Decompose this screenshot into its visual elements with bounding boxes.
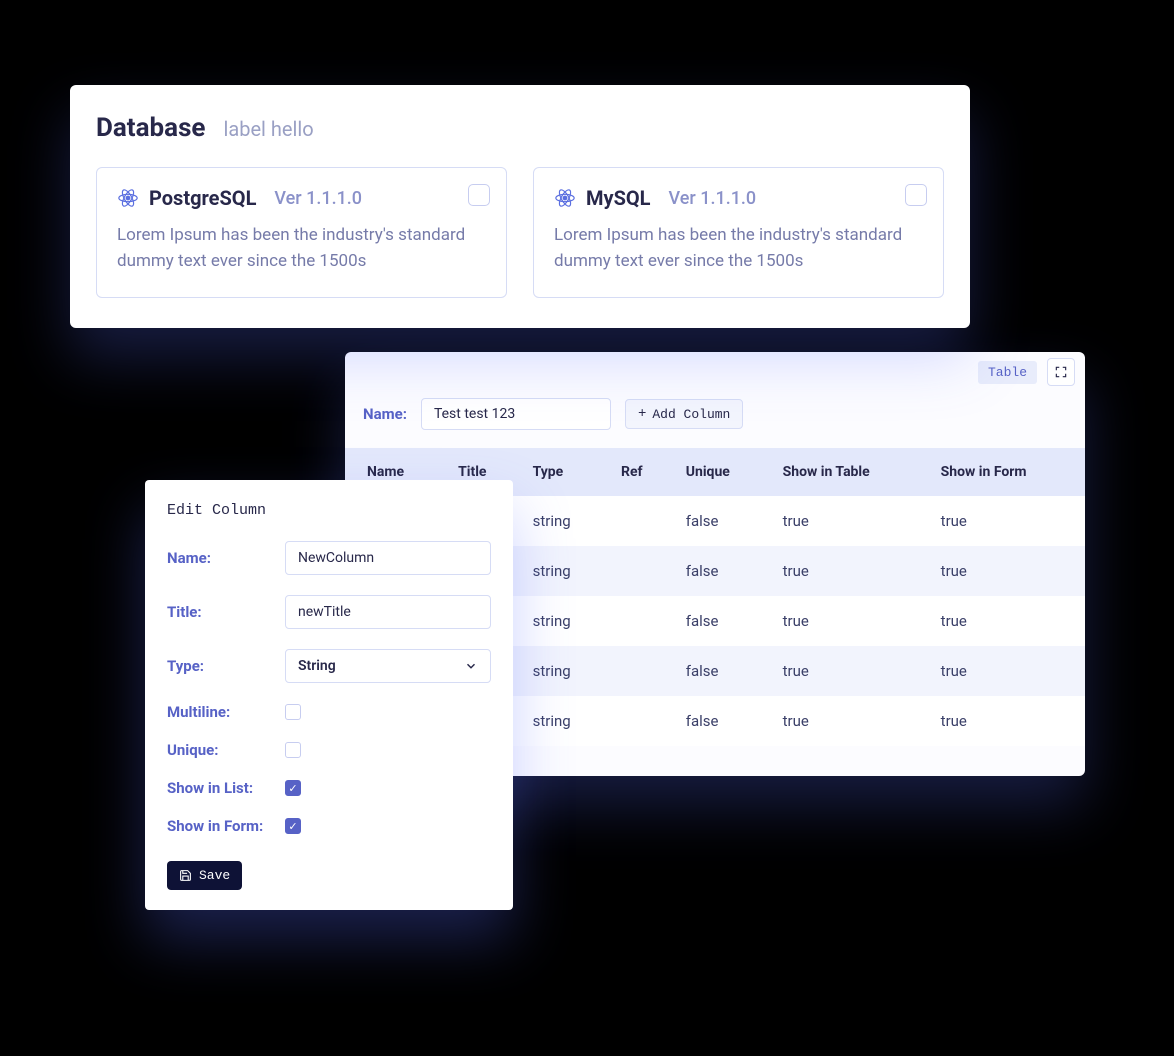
- db-card-name: PostgreSQL: [149, 186, 256, 210]
- edit-column-panel: Edit Column Name: Title: Type: String Mu…: [145, 480, 513, 910]
- chevron-down-icon: [464, 659, 478, 673]
- plus-icon: +: [638, 406, 646, 422]
- th-unique: Unique: [674, 448, 771, 496]
- add-column-label: Add Column: [652, 407, 730, 422]
- cell-type: string: [521, 696, 609, 746]
- cell-show-form: true: [929, 596, 1085, 646]
- save-icon: [179, 869, 192, 882]
- edit-type-label: Type:: [167, 657, 271, 675]
- edit-column-title: Edit Column: [167, 502, 491, 519]
- db-card-description: Lorem Ipsum has been the industry's stan…: [554, 222, 923, 275]
- cell-ref: [609, 696, 674, 746]
- cell-type: string: [521, 546, 609, 596]
- table-name-label: Name:: [363, 405, 407, 423]
- th-show-form: Show in Form: [929, 448, 1085, 496]
- cell-show-table: true: [771, 696, 929, 746]
- db-card-version: Ver 1.1.1.0: [274, 188, 362, 209]
- db-card-description: Lorem Ipsum has been the industry's stan…: [117, 222, 486, 275]
- cell-unique: false: [674, 596, 771, 646]
- edit-unique-checkbox[interactable]: [285, 742, 301, 758]
- edit-row-type: Type: String: [167, 649, 491, 683]
- edit-name-input[interactable]: [285, 541, 491, 575]
- save-button-label: Save: [199, 868, 230, 883]
- edit-unique-label: Unique:: [167, 741, 271, 759]
- add-column-button[interactable]: + Add Column: [625, 399, 743, 429]
- cell-ref: [609, 596, 674, 646]
- edit-show-form-label: Show in Form:: [167, 817, 271, 835]
- th-ref: Ref: [609, 448, 674, 496]
- edit-row-name: Name:: [167, 541, 491, 575]
- database-title-row: Database label hello: [96, 113, 944, 143]
- table-type-tag: Table: [978, 361, 1037, 384]
- db-card-checkbox[interactable]: [905, 184, 927, 206]
- th-show-table: Show in Table: [771, 448, 929, 496]
- cell-unique: false: [674, 646, 771, 696]
- edit-title-label: Title:: [167, 603, 271, 621]
- db-card-head: MySQL Ver 1.1.1.0: [554, 186, 923, 210]
- table-name-input[interactable]: [421, 398, 611, 430]
- database-title: Database: [96, 113, 205, 143]
- save-button[interactable]: Save: [167, 861, 242, 890]
- cell-unique: false: [674, 496, 771, 546]
- cell-show-form: true: [929, 696, 1085, 746]
- table-topbar: Table: [345, 352, 1085, 386]
- cell-ref: [609, 646, 674, 696]
- cell-show-form: true: [929, 496, 1085, 546]
- edit-show-list-checkbox[interactable]: ✓: [285, 780, 301, 796]
- edit-show-form-checkbox[interactable]: ✓: [285, 818, 301, 834]
- cell-type: string: [521, 596, 609, 646]
- db-card-name: MySQL: [586, 186, 651, 210]
- cell-ref: [609, 496, 674, 546]
- database-subtitle: label hello: [223, 117, 313, 141]
- edit-title-input[interactable]: [285, 595, 491, 629]
- cell-unique: false: [674, 696, 771, 746]
- edit-row-show-list: Show in List: ✓: [167, 779, 491, 797]
- react-icon: [554, 187, 576, 209]
- edit-name-label: Name:: [167, 549, 271, 567]
- edit-multiline-checkbox[interactable]: [285, 704, 301, 720]
- edit-row-unique: Unique:: [167, 741, 491, 759]
- edit-row-show-form: Show in Form: ✓: [167, 817, 491, 835]
- cell-show-table: true: [771, 546, 929, 596]
- cell-show-table: true: [771, 646, 929, 696]
- database-panel: Database label hello PostgreSQL Ver 1.1.…: [70, 85, 970, 328]
- db-card-mysql[interactable]: MySQL Ver 1.1.1.0 Lorem Ipsum has been t…: [533, 167, 944, 298]
- db-card-postgresql[interactable]: PostgreSQL Ver 1.1.1.0 Lorem Ipsum has b…: [96, 167, 507, 298]
- db-card-version: Ver 1.1.1.0: [669, 188, 757, 209]
- edit-show-list-label: Show in List:: [167, 779, 271, 797]
- db-card-checkbox[interactable]: [468, 184, 490, 206]
- cell-show-form: true: [929, 646, 1085, 696]
- react-icon: [117, 187, 139, 209]
- database-cards: PostgreSQL Ver 1.1.1.0 Lorem Ipsum has b…: [96, 167, 944, 298]
- table-name-bar: Name: + Add Column: [345, 386, 1085, 448]
- edit-row-title: Title:: [167, 595, 491, 629]
- th-type: Type: [521, 448, 609, 496]
- edit-type-select[interactable]: String: [285, 649, 491, 683]
- expand-button[interactable]: [1047, 358, 1075, 386]
- edit-type-value: String: [298, 658, 336, 674]
- expand-icon: [1054, 365, 1068, 379]
- cell-type: string: [521, 496, 609, 546]
- db-card-head: PostgreSQL Ver 1.1.1.0: [117, 186, 486, 210]
- edit-multiline-label: Multiline:: [167, 703, 271, 721]
- cell-show-table: true: [771, 596, 929, 646]
- cell-type: string: [521, 646, 609, 696]
- cell-show-table: true: [771, 496, 929, 546]
- cell-ref: [609, 546, 674, 596]
- cell-unique: false: [674, 546, 771, 596]
- cell-show-form: true: [929, 546, 1085, 596]
- edit-row-multiline: Multiline:: [167, 703, 491, 721]
